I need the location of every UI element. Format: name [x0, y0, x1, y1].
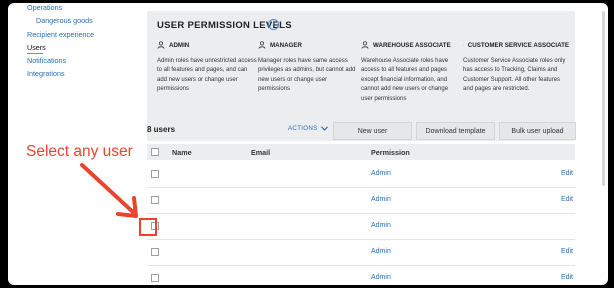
annotation-arrow-icon: [80, 163, 138, 218]
row-checkbox[interactable]: [151, 196, 159, 204]
table-row[interactable]: Admin Edit: [147, 265, 575, 285]
role-description: Manager roles have same access privilege…: [258, 58, 356, 93]
table-row[interactable]: Admin Edit: [147, 161, 575, 188]
role-warehouse-associate: WAREHOUSE ASSOCIATE Warehouse Associate …: [361, 41, 461, 104]
table-header: Name Email Permission: [147, 144, 575, 160]
table-row[interactable]: Admin: [147, 213, 575, 240]
role-name: ADMIN: [169, 41, 190, 49]
sidebar-item-users[interactable]: Users: [27, 43, 46, 54]
permission-value: Admin: [371, 170, 391, 177]
sidebar-item-integrations[interactable]: Integrations: [27, 69, 65, 78]
row-checkbox[interactable]: [151, 170, 159, 178]
role-name: WAREHOUSE ASSOCIATE: [373, 41, 451, 49]
person-icon: [157, 41, 165, 49]
row-checkbox[interactable]: [151, 248, 159, 256]
row-checkbox[interactable]: [151, 274, 159, 282]
role-manager: MANAGER Manager roles have same access p…: [258, 41, 358, 95]
sidebar-item-notifications[interactable]: Notifications: [27, 56, 66, 65]
person-icon: [361, 41, 369, 49]
role-description: Warehouse Associate roles have access to…: [361, 58, 449, 102]
user-count: 8 users: [147, 125, 176, 134]
sidebar-item-dangerous-goods[interactable]: Dangerous goods: [36, 16, 93, 25]
permission-value: Admin: [371, 222, 391, 229]
actions-label: ACTIONS: [288, 125, 318, 132]
download-template-button[interactable]: Download template: [416, 122, 495, 140]
app-window: Operations Dangerous goods Recipient exp…: [8, 3, 608, 285]
chevron-down-icon: [320, 126, 328, 131]
role-description: Admin roles have unrestricted access to …: [157, 58, 257, 93]
annotation-highlight-box: [139, 218, 157, 236]
edit-link[interactable]: Edit: [561, 196, 573, 203]
person-icon: [463, 44, 464, 46]
role-name: CUSTOMER SERVICE ASSOCIATE: [467, 41, 569, 49]
column-header-name[interactable]: Name: [172, 148, 192, 157]
sidebar-item-operations[interactable]: Operations: [27, 3, 62, 12]
role-admin: ADMIN Admin roles have unrestricted acce…: [157, 41, 257, 95]
permission-value: Admin: [371, 196, 391, 203]
permission-value: Admin: [371, 274, 391, 281]
edit-link[interactable]: Edit: [561, 274, 573, 281]
edit-link[interactable]: Edit: [561, 248, 573, 255]
bulk-user-upload-button[interactable]: Bulk user upload: [499, 122, 576, 140]
scrollbar[interactable]: [602, 11, 605, 186]
table-row[interactable]: Admin Edit: [147, 239, 575, 266]
annotation-text: Select any user: [26, 143, 133, 160]
person-icon: [258, 41, 266, 49]
permission-value: Admin: [371, 248, 391, 255]
role-description: Customer Service Associate roles only ha…: [463, 58, 566, 93]
info-icon[interactable]: i: [268, 19, 279, 30]
column-header-permission[interactable]: Permission: [371, 148, 410, 157]
edit-link[interactable]: Edit: [561, 170, 573, 177]
column-header-email[interactable]: Email: [251, 148, 270, 157]
new-user-button[interactable]: New user: [333, 122, 412, 140]
table-row[interactable]: Admin Edit: [147, 187, 575, 214]
role-name: MANAGER: [270, 41, 302, 49]
sidebar-item-recipient-experience[interactable]: Recipient experience: [27, 30, 94, 39]
select-all-checkbox[interactable]: [151, 148, 159, 156]
actions-dropdown[interactable]: ACTIONS: [288, 125, 328, 132]
role-customer-service-associate: CUSTOMER SERVICE ASSOCIATE Customer Serv…: [463, 41, 569, 95]
